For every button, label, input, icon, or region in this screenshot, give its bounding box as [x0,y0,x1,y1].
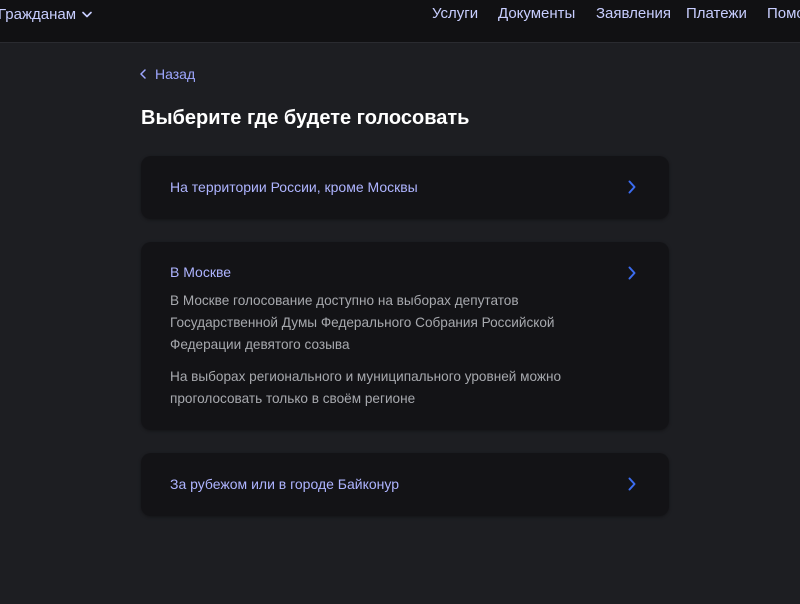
nav-item-help[interactable]: Помощь [767,5,800,22]
option-label: На территории России, кроме Москвы [170,179,418,195]
nav-item-applications[interactable]: Заявления [596,5,671,22]
option-label: За рубежом или в городе Байконур [170,476,400,492]
main-nav: Услуги Документы Заявления Платежи Помощ… [0,5,800,23]
option-description: На выборах регионального и муниципальног… [170,369,562,406]
chevron-left-icon [140,69,146,79]
top-navigation-bar: Гражданам Услуги Документы Заявления Пла… [0,0,800,43]
chevron-right-icon [628,266,636,280]
option-label: В Москве [170,264,232,280]
option-description: В Москве голосование доступно на выборах… [170,293,555,352]
nav-item-documents[interactable]: Документы [498,5,575,22]
option-card-moscow[interactable]: В Москве В Москве голосование доступно н… [141,242,669,430]
option-card-russia[interactable]: На территории России, кроме Москвы [141,156,669,219]
option-card-abroad[interactable]: За рубежом или в городе Байконур [141,453,669,516]
back-label: Назад [155,66,196,82]
back-link[interactable]: Назад [140,64,195,84]
nav-item-services[interactable]: Услуги [432,5,478,22]
nav-item-payments[interactable]: Платежи [686,5,747,22]
chevron-right-icon [628,180,636,194]
page-title: Выберите где будете голосовать [141,107,470,129]
chevron-right-icon [628,477,636,491]
